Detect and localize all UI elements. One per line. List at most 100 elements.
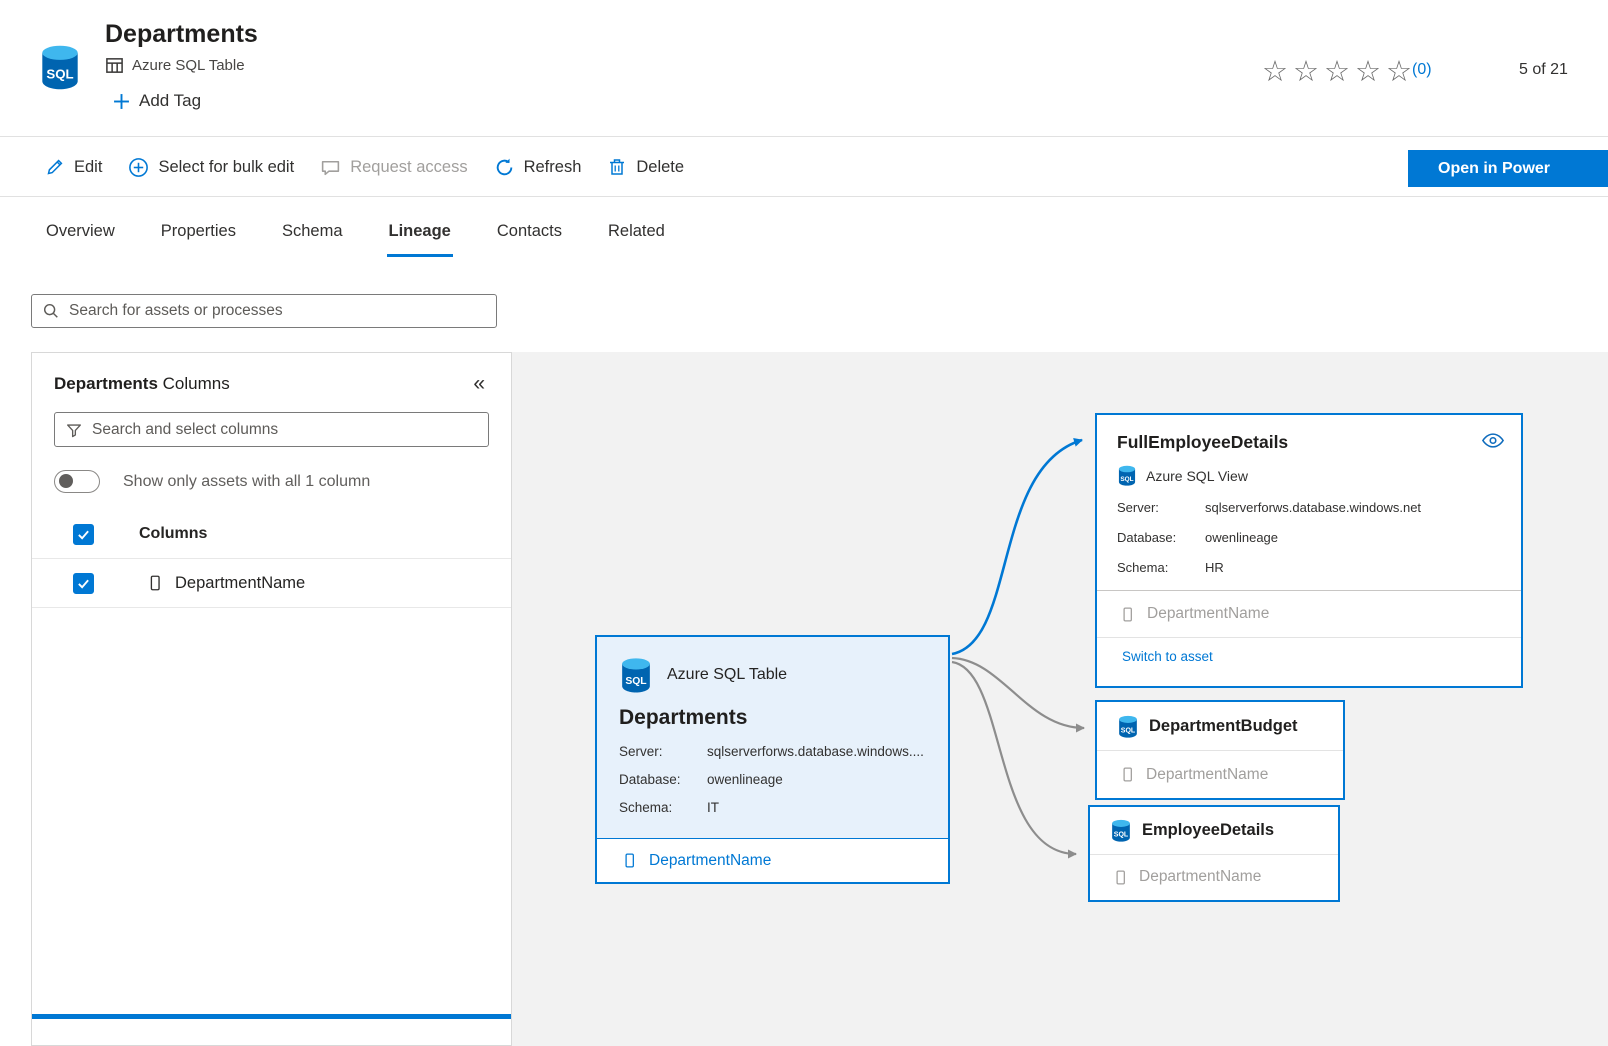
column-row-departmentname[interactable]: DepartmentName [32,559,511,608]
switch-to-asset-link[interactable]: Switch to asset [1122,649,1213,664]
edit-button[interactable]: Edit [45,157,102,177]
svg-text:SQL: SQL [1114,831,1129,838]
star-icon[interactable]: ☆ [1262,56,1293,88]
lineage-node-departmentbudget[interactable]: SQL DepartmentBudget DepartmentName [1095,700,1345,800]
schema-label: Schema: [619,800,707,815]
star-icon[interactable]: ☆ [1293,56,1324,88]
azure-sql-icon: SQL [1117,465,1137,486]
star-rating[interactable]: ☆☆☆☆☆ [1262,54,1417,89]
columns-header-label: Columns [139,525,207,543]
edge-departments-to-fullemployeedetails [952,440,1082,654]
columns-panel: Departments Columns « Show only assets w… [31,352,512,1046]
column-name-label: DepartmentName [175,574,305,593]
asset-search-input[interactable] [69,302,486,320]
tab-properties[interactable]: Properties [159,212,238,257]
refresh-label: Refresh [524,158,582,177]
svg-text:SQL: SQL [1120,476,1133,483]
preview-icon[interactable] [1481,432,1505,452]
tab-lineage[interactable]: Lineage [387,212,453,257]
server-value: sqlserverforws.database.windows.... [707,744,924,759]
edge-departments-to-departmentbudget [952,658,1084,728]
node-title: DepartmentBudget [1149,717,1298,736]
azure-sql-icon: SQL [1117,715,1139,738]
panel-title-asset: Departments [54,374,158,393]
svg-text:SQL: SQL [46,67,73,82]
svg-text:SQL: SQL [1121,727,1136,734]
search-icon [42,302,60,320]
node-title: EmployeeDetails [1142,821,1274,840]
collapse-panel-button[interactable]: « [473,372,485,396]
node-asset-type: Azure SQL Table [667,666,787,684]
filter-icon [65,421,83,439]
purview-asset-page: SQL Departments Azure SQL Table [0,0,1608,1046]
node-asset-type: Azure SQL View [1146,468,1248,484]
column-search-input[interactable] [92,421,478,439]
toggle-knob [59,474,73,488]
plus-circle-icon [128,157,149,178]
database-value: owenlineage [1205,530,1278,545]
delete-button[interactable]: Delete [607,157,684,177]
node-column-name: DepartmentName [1139,868,1261,886]
tab-strip: Overview Properties Schema Lineage Conta… [0,198,1608,270]
lineage-canvas[interactable]: SQL Azure SQL Table Departments Server: … [512,352,1608,1046]
open-in-power-bi-button[interactable]: Open in Power [1408,150,1608,187]
column-icon [146,574,164,592]
column-search-box [54,412,489,447]
table-icon [105,56,124,75]
asset-type: Azure SQL Table [105,56,245,75]
refresh-icon [494,157,515,178]
asset-type-label: Azure SQL Table [132,57,245,74]
tab-schema[interactable]: Schema [280,212,345,257]
node-column-row[interactable]: DepartmentName [1097,590,1521,637]
column-icon [1119,606,1136,623]
schema-value: HR [1205,560,1224,575]
delete-label: Delete [636,158,684,177]
node-column-name[interactable]: DepartmentName [649,852,771,870]
columns-checkbox[interactable] [73,524,94,545]
refresh-button[interactable]: Refresh [494,157,582,178]
tab-overview[interactable]: Overview [44,212,117,257]
add-tag-button[interactable]: Add Tag [113,91,201,111]
tab-related[interactable]: Related [606,212,667,257]
request-access-button[interactable]: Request access [320,157,467,178]
lineage-content: Departments Columns « Show only assets w… [0,352,1608,1046]
node-column-row[interactable]: DepartmentName [1090,854,1338,901]
column-icon [1112,869,1129,886]
toggle-row: Show only assets with all 1 column [32,447,511,510]
columns-header-row[interactable]: Columns [32,510,511,559]
trash-icon [607,157,627,177]
database-label: Database: [1117,530,1205,545]
star-icon[interactable]: ☆ [1324,56,1355,88]
column-icon [621,852,638,869]
pagination-indicator: 5 of 21 [1519,61,1568,79]
show-only-assets-toggle[interactable] [54,470,100,493]
schema-value: IT [707,800,719,815]
edge-departments-to-employeedetails [952,662,1076,854]
bulk-edit-button[interactable]: Select for bulk edit [128,157,294,178]
add-tag-label: Add Tag [139,91,201,111]
panel-title-suffix: Columns [158,374,230,393]
lineage-node-fullemployeedetails[interactable]: FullEmployeeDetails SQL [1095,413,1523,688]
pencil-icon [45,157,65,177]
node-column-row[interactable]: DepartmentName [597,838,948,882]
lineage-node-departments[interactable]: SQL Azure SQL Table Departments Server: … [595,635,950,884]
rating-count[interactable]: (0) [1412,61,1432,79]
columns-panel-title: Departments Columns [54,374,230,394]
server-label: Server: [619,744,707,759]
page-title: Departments [105,20,258,49]
node-column-name: DepartmentName [1147,605,1269,623]
lineage-node-employeedetails[interactable]: SQL EmployeeDetails DepartmentName [1088,805,1340,902]
edit-label: Edit [74,158,102,177]
command-bar: Edit Select for bulk edit Request access [0,138,1608,197]
tab-contacts[interactable]: Contacts [495,212,564,257]
departmentname-checkbox[interactable] [73,573,94,594]
departments-node-body: SQL Azure SQL Table Departments Server: … [597,637,948,838]
panel-scrollbar[interactable] [32,1014,511,1019]
toggle-label: Show only assets with all 1 column [123,473,370,491]
svg-text:SQL: SQL [625,676,647,687]
node-title: FullEmployeeDetails [1117,432,1288,453]
star-icon[interactable]: ☆ [1355,56,1386,88]
asset-header: SQL Departments Azure SQL Table [0,0,1608,137]
node-column-row[interactable]: DepartmentName [1097,750,1343,798]
bulk-edit-label: Select for bulk edit [158,158,294,177]
